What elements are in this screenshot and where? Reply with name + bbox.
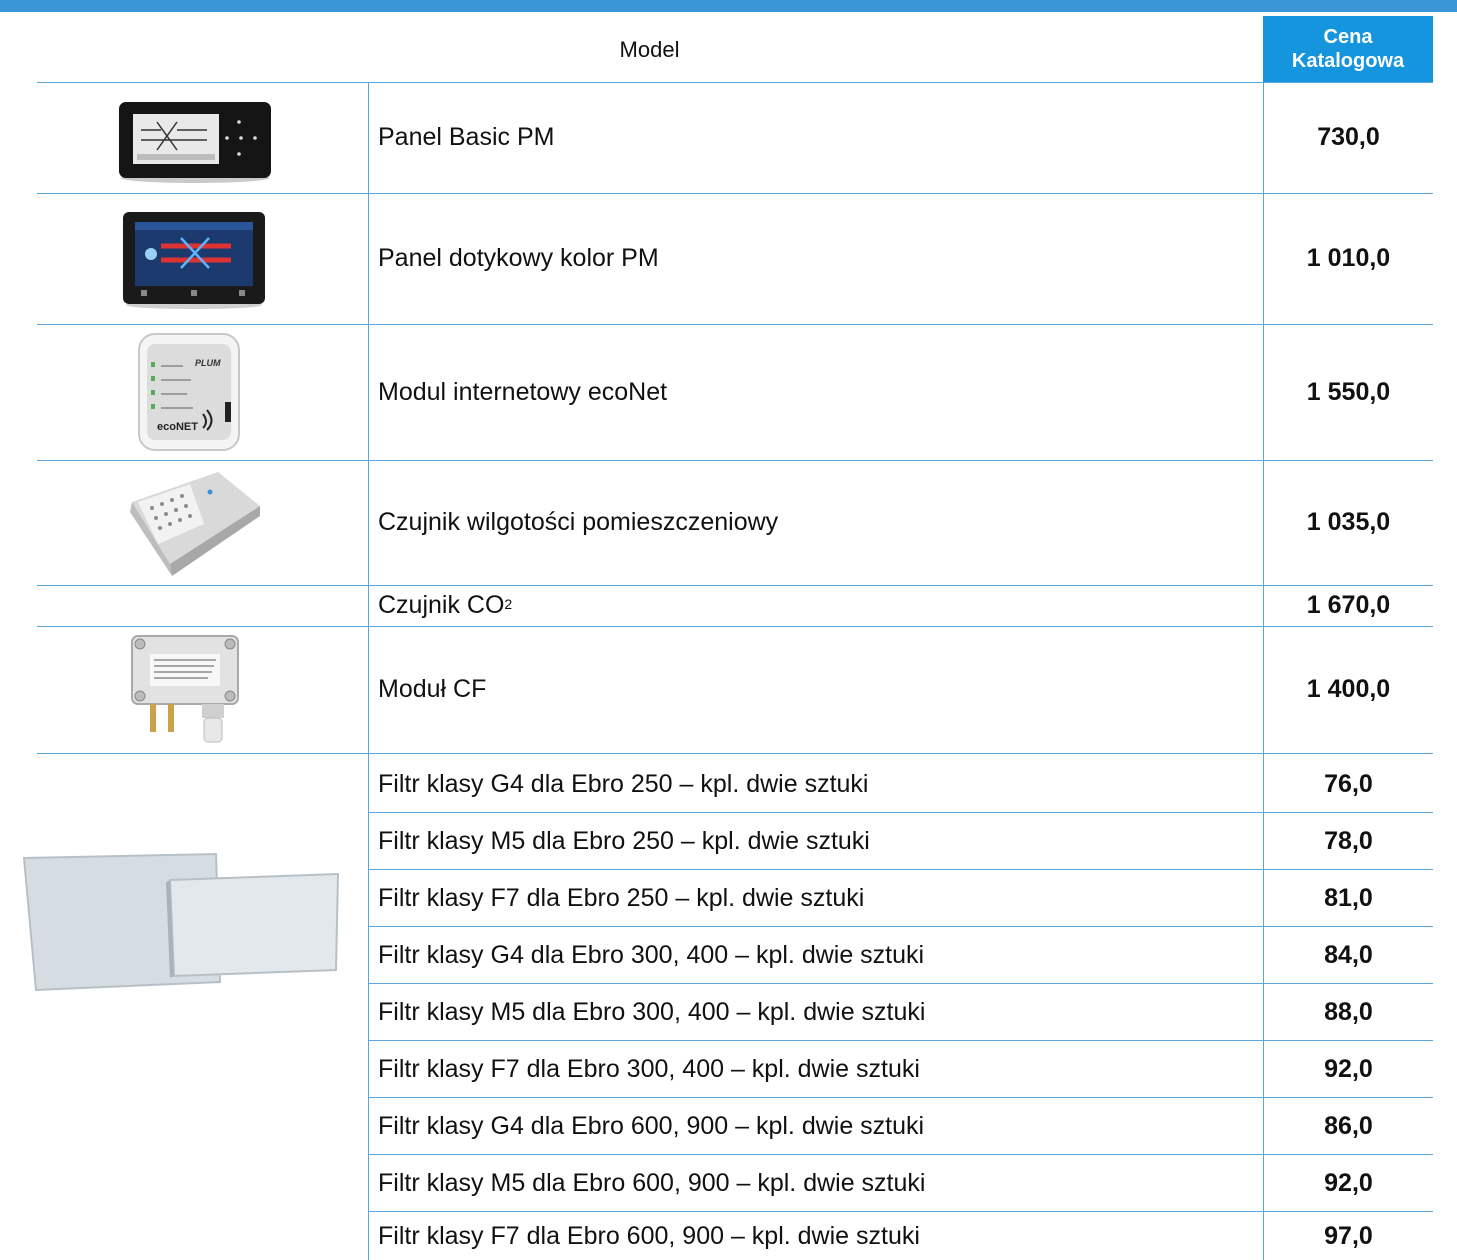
row-5-price: 1 400,0 bbox=[1306, 675, 1391, 703]
row-0-name: Panel Basic PM bbox=[378, 123, 555, 151]
rule-row-5 bbox=[37, 753, 1433, 754]
filter-row-1-price: 78,0 bbox=[1324, 826, 1373, 855]
filter-row-3-name: Filtr klasy G4 dla Ebro 300, 400 – kpl. … bbox=[378, 940, 925, 969]
filter-pads-image bbox=[20, 850, 344, 999]
filter-row-4-name: Filtr klasy M5 dla Ebro 300, 400 – kpl. … bbox=[378, 997, 926, 1026]
row-4-name: Czujnik CO 2 bbox=[378, 591, 513, 619]
humidity-sensor-image bbox=[124, 468, 264, 585]
cf-module-image bbox=[128, 632, 242, 753]
rule-under-header bbox=[37, 82, 1433, 83]
rule-col-left bbox=[368, 82, 369, 1260]
filter-row-0-price: 76,0 bbox=[1324, 770, 1373, 798]
filter-row-6-name: Filtr klasy G4 dla Ebro 600, 900 – kpl. … bbox=[378, 1111, 925, 1140]
row-1-price: 1 010,0 bbox=[1306, 244, 1391, 272]
svg-text:ecoNET: ecoNET bbox=[157, 421, 198, 433]
filter-row-8-price: 97,0 bbox=[1324, 1221, 1373, 1250]
rule-row-3 bbox=[37, 585, 1433, 586]
row-2-price: 1 550,0 bbox=[1306, 377, 1391, 406]
filter-row-1-name: Filtr klasy M5 dla Ebro 250 – kpl. dwie … bbox=[378, 826, 870, 855]
svg-text:PLUM: PLUM bbox=[195, 358, 221, 368]
row-5-name: Moduł CF bbox=[378, 675, 487, 703]
row-2-name: Modul internetowy ecoNet bbox=[378, 377, 668, 406]
filter-row-0-name: Filtr klasy G4 dla Ebro 250 – kpl. dwie … bbox=[378, 770, 869, 798]
rule-row-1 bbox=[37, 324, 1433, 325]
filter-row-5-price: 92,0 bbox=[1324, 1054, 1373, 1083]
header-price-line1: Cena bbox=[1323, 26, 1373, 48]
row-1-name: Panel dotykowy kolor PM bbox=[378, 244, 659, 272]
rule-row-0 bbox=[37, 193, 1433, 194]
row-3-price: 1 035,0 bbox=[1306, 508, 1391, 536]
filter-row-7-name: Filtr klasy M5 dla Ebro 600, 900 – kpl. … bbox=[378, 1168, 926, 1197]
header-model-label: Model bbox=[619, 37, 680, 62]
header-model: Model bbox=[37, 18, 1262, 82]
row-3-name: Czujnik wilgotości pomieszczeniowy bbox=[378, 508, 779, 536]
basic-panel-image bbox=[117, 100, 273, 189]
row-4-price: 1 670,0 bbox=[1306, 591, 1391, 619]
filter-row-4-price: 88,0 bbox=[1324, 997, 1373, 1026]
touch-panel-image bbox=[121, 210, 267, 315]
filter-row-2-name: Filtr klasy F7 dla Ebro 250 – kpl. dwie … bbox=[378, 883, 865, 912]
filter-row-5-name: Filtr klasy F7 dla Ebro 300, 400 – kpl. … bbox=[378, 1054, 920, 1083]
filter-row-8-name: Filtr klasy F7 dla Ebro 600, 900 – kpl. … bbox=[378, 1221, 920, 1250]
header-price-line2: Katalogowa bbox=[1291, 50, 1405, 72]
row-0-price: 730,0 bbox=[1317, 123, 1380, 151]
row-4-name-text: Czujnik CO bbox=[378, 591, 505, 619]
filter-row-7-price: 92,0 bbox=[1324, 1168, 1373, 1197]
rule-row-4 bbox=[37, 626, 1433, 627]
filter-row-2-price: 81,0 bbox=[1324, 883, 1373, 912]
top-banner bbox=[0, 0, 1457, 12]
header-price: Cena Katalogowa bbox=[1263, 16, 1433, 82]
filter-row-3-price: 84,0 bbox=[1324, 940, 1373, 969]
filter-row-6-price: 86,0 bbox=[1324, 1111, 1373, 1140]
econet-module-image: PLUM ecoNET bbox=[137, 332, 241, 457]
